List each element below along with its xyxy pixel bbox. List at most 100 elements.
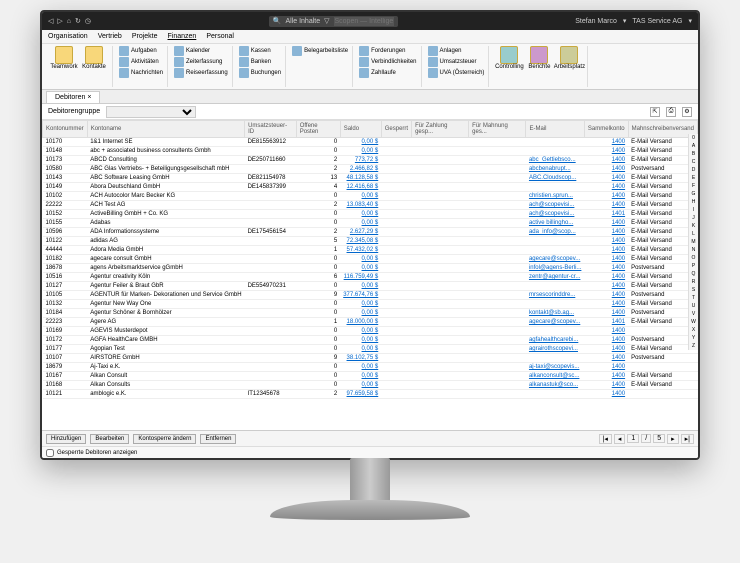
table-row[interactable]: 22223Agere AG118.000,00 $agecare@scopev.… xyxy=(43,318,698,327)
ribbon-uva[interactable]: UVA (Österreich) xyxy=(428,68,485,78)
menu-personal[interactable]: Personal xyxy=(206,33,234,40)
table-row[interactable]: 10122adidas AG572.345,08 $1400E-Mail Ver… xyxy=(43,237,698,246)
table-row[interactable]: 10172AGFA HealthCare GMBH00,00 $agfaheal… xyxy=(43,336,698,345)
alpha-letter[interactable]: D xyxy=(689,166,698,174)
alpha-letter[interactable]: Y xyxy=(689,334,698,342)
ribbon-zahllaufe[interactable]: Zahllaufe xyxy=(359,68,416,78)
refresh-icon[interactable]: ↻ xyxy=(75,17,81,25)
table-row[interactable]: 10121amblogic e.K.IT12345678297.659,58 $… xyxy=(43,390,698,399)
ribbon-forderungen[interactable]: Forderungen xyxy=(359,46,416,56)
pager-last[interactable]: ▸| xyxy=(681,434,694,444)
tab-debitoren[interactable]: Debitoren × xyxy=(46,91,100,103)
ribbon-aktivitaeten[interactable]: Aktivitäten xyxy=(119,57,163,67)
table-row[interactable]: 10149Abora Deutschland GmbHDE14583739941… xyxy=(43,183,698,192)
debitorengruppe-select[interactable] xyxy=(106,106,196,118)
nav-back-icon[interactable]: ◁ xyxy=(48,17,53,25)
ribbon-nachrichten[interactable]: Nachrichten xyxy=(119,68,163,78)
alpha-letter[interactable]: C xyxy=(689,158,698,166)
alpha-letter[interactable]: X xyxy=(689,326,698,334)
table-row[interactable]: 10143ABC Software Leasing GmbHDE82115497… xyxy=(43,174,698,183)
ribbon-anlagen[interactable]: Anlagen xyxy=(428,46,485,56)
alpha-letter[interactable]: N xyxy=(689,246,698,254)
alpha-letter[interactable]: O xyxy=(689,254,698,262)
table-row[interactable]: 18678agens Arbeitsmarktservice gGmbH00,0… xyxy=(43,264,698,273)
export-icon[interactable]: ⇱ xyxy=(650,107,660,117)
alpha-letter[interactable]: V xyxy=(689,310,698,318)
column-header[interactable]: Sammelkonto xyxy=(584,121,628,138)
alpha-letter[interactable]: A xyxy=(689,142,698,150)
add-button[interactable]: Hinzufügen xyxy=(46,434,86,444)
ribbon-buchungen[interactable]: Buchungen xyxy=(239,68,281,78)
ribbon-kalender[interactable]: Kalender xyxy=(174,46,228,56)
alpha-letter[interactable]: B xyxy=(689,150,698,158)
user-dropdown-icon[interactable]: ▾ xyxy=(623,17,627,25)
table-row[interactable]: 10167Alkan Consult00,00 $alkanconsult@sc… xyxy=(43,372,698,381)
table-row[interactable]: 10173ABCD ConsultingDE2507116602773,72 $… xyxy=(43,156,698,165)
ribbon-berichte[interactable]: Berichte xyxy=(525,46,553,70)
company-dropdown-icon[interactable]: ▾ xyxy=(688,17,692,25)
table-row[interactable]: 101701&1 Internet SEDE81556391200,00 $14… xyxy=(43,138,698,147)
ribbon-controlling[interactable]: Controlling xyxy=(495,46,523,70)
pager-first[interactable]: |◂ xyxy=(599,434,612,444)
table-row[interactable]: 10105AGENTUR für Marken- Dekorationen un… xyxy=(43,291,698,300)
menu-projekte[interactable]: Projekte xyxy=(132,33,158,40)
table-row[interactable]: 10107AIRSTORE GmbH938.102,75 $1400Postve… xyxy=(43,354,698,363)
alpha-letter[interactable]: W xyxy=(689,318,698,326)
alpha-letter[interactable]: L xyxy=(689,230,698,238)
alpha-letter[interactable]: U xyxy=(689,302,698,310)
table-row[interactable]: 10184Agentur Schöner & Bornhölzer00,00 $… xyxy=(43,309,698,318)
search-input[interactable] xyxy=(334,17,394,26)
table-row[interactable]: 10132Agentur New Way One00,00 $1400E-Mai… xyxy=(43,300,698,309)
ribbon-banken[interactable]: Banken xyxy=(239,57,281,67)
column-header[interactable]: Für Mahnung ges... xyxy=(469,121,526,138)
home-icon[interactable]: ⌂ xyxy=(67,18,71,25)
print-icon[interactable]: ⎙ xyxy=(666,107,676,117)
table-row[interactable]: 44444Adora Media GmbH157.432,02 $1400E-M… xyxy=(43,246,698,255)
menu-organisation[interactable]: Organisation xyxy=(48,33,88,40)
table-row[interactable]: 18679Aj-Taxi e.K.00,00 $aj-taxi@scopevis… xyxy=(43,363,698,372)
ribbon-kontakte[interactable]: Kontakte xyxy=(80,46,108,70)
alpha-letter[interactable]: S xyxy=(689,286,698,294)
menu-vertrieb[interactable]: Vertrieb xyxy=(98,33,122,40)
table-row[interactable]: 10152ActiveBilling GmbH + Co. KG00,00 $a… xyxy=(43,210,698,219)
pager-next[interactable]: ▸ xyxy=(667,434,679,444)
alpha-letter[interactable]: Z xyxy=(689,342,698,350)
table-row[interactable]: 10148abc + associated business consulten… xyxy=(43,147,698,156)
ribbon-kassen[interactable]: Kassen xyxy=(239,46,281,56)
alpha-letter[interactable]: R xyxy=(689,278,698,286)
ribbon-zeiterfassung[interactable]: Zeiterfassung xyxy=(174,57,228,67)
pager-prev[interactable]: ◂ xyxy=(614,434,626,444)
column-header[interactable]: Kontoname xyxy=(87,121,244,138)
column-header[interactable]: Offene Posten xyxy=(296,121,340,138)
ribbon-belegarbeitsliste[interactable]: Belegarbeitsliste xyxy=(292,46,348,56)
debtors-table[interactable]: KontonummerKontonameUmsatzsteuer-IDOffen… xyxy=(42,120,698,399)
ribbon-aufgaben[interactable]: Aufgaben xyxy=(119,46,163,56)
column-header[interactable]: E-Mail xyxy=(526,121,584,138)
table-row[interactable]: 10169AGEVIS Musterdepot00,00 $1400 xyxy=(43,327,698,336)
table-row[interactable]: 10168Alkan Consults00,00 $alkanastuk@sco… xyxy=(43,381,698,390)
edit-button[interactable]: Bearbeiten xyxy=(90,434,129,444)
company-name[interactable]: TAS Service AG xyxy=(632,18,682,25)
tab-close-icon[interactable]: × xyxy=(87,94,91,101)
menu-finanzen[interactable]: Finanzen xyxy=(168,33,197,40)
column-header[interactable]: Kontonummer xyxy=(43,121,88,138)
column-header[interactable]: Saldo xyxy=(340,121,381,138)
alpha-letter[interactable]: F xyxy=(689,182,698,190)
alpha-letter[interactable]: I xyxy=(689,206,698,214)
column-header[interactable]: Gesperrt xyxy=(381,121,411,138)
ribbon-reiseerfassung[interactable]: Reiseerfassung xyxy=(174,68,228,78)
nav-fwd-icon[interactable]: ▷ xyxy=(57,17,62,25)
table-row[interactable]: 10596ADA InformationssystemeDE1754561542… xyxy=(43,228,698,237)
ribbon-verbindlichkeiten[interactable]: Verbindlichkeiten xyxy=(359,57,416,67)
table-row[interactable]: 10155Adabas00,00 $active billingho...140… xyxy=(43,219,698,228)
user-name[interactable]: Stefan Marco xyxy=(575,18,617,25)
table-row[interactable]: 10177Agopian Test00,00 $agrairothscopevi… xyxy=(43,345,698,354)
alpha-letter[interactable]: P xyxy=(689,262,698,270)
alpha-letter[interactable]: M xyxy=(689,238,698,246)
alpha-letter[interactable]: Q xyxy=(689,270,698,278)
alpha-letter[interactable]: J xyxy=(689,214,698,222)
history-icon[interactable]: ◷ xyxy=(85,17,91,25)
alpha-letter[interactable]: G xyxy=(689,190,698,198)
column-header[interactable]: Umsatzsteuer-ID xyxy=(245,121,297,138)
alpha-letter[interactable]: H xyxy=(689,198,698,206)
